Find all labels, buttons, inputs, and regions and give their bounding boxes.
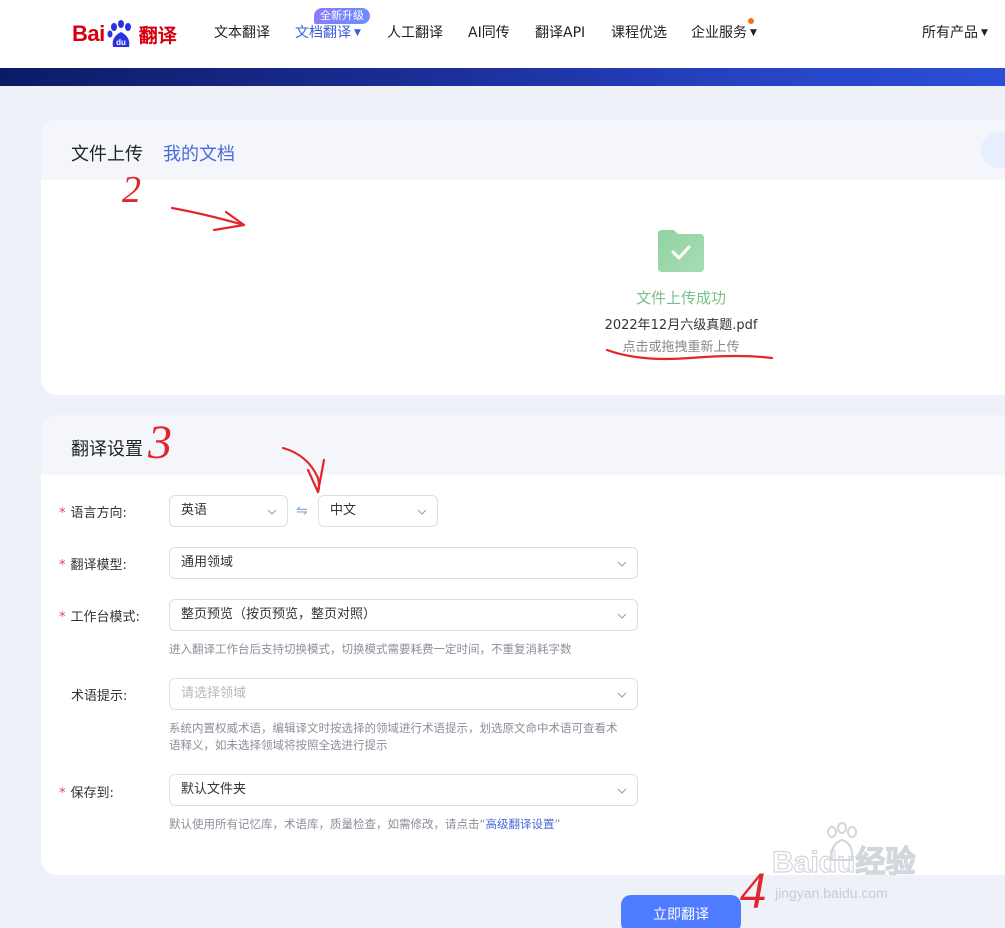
caret-down-icon: ▼ <box>750 28 757 38</box>
required-marker: * <box>59 558 66 573</box>
nav-text-translate[interactable]: 文本翻译 <box>214 22 270 42</box>
nav-doc-translate-label: 文档翻译 <box>295 25 351 41</box>
nav-all-products-label: 所有产品 <box>922 25 978 41</box>
translation-settings-card: 翻译设置 * 语言方向: 英语 ⇋ 中文 * 翻译模型: 通用领域 * 工作台模式: … <box>41 415 1005 875</box>
terminology-domain-select[interactable]: 请选择领域 <box>169 678 638 710</box>
settings-card-header: 翻译设置 <box>41 415 1005 475</box>
nav-human-translate[interactable]: 人工翻译 <box>387 22 443 42</box>
settings-title: 翻译设置 <box>71 439 143 460</box>
watermark-url: jingyan.baidu.com <box>775 885 888 901</box>
required-marker: * <box>59 506 66 521</box>
source-language-value: 英语 <box>181 503 208 518</box>
language-direction-label-text: 语言方向: <box>70 506 127 521</box>
target-language-select[interactable]: 中文 <box>318 495 438 527</box>
nav-enterprise[interactable]: 企业服务 ▼ <box>691 22 757 42</box>
required-marker: * <box>59 786 66 801</box>
chevron-down-icon <box>617 692 627 698</box>
translate-now-button[interactable]: 立即翻译 <box>621 895 741 928</box>
save-hint-text: 默认使用所有记忆库，术语库，质量检查，如需修改，请点击“ <box>169 817 486 831</box>
svg-text:du: du <box>116 38 126 47</box>
workbench-mode-select[interactable]: 整页预览（按页预览，整页对照） <box>169 599 638 631</box>
save-to-label-text: 保存到: <box>70 786 114 801</box>
terminology-hint-line-1: 系统内置权威术语，编辑译文时按选择的领域进行术语提示，划选原文命中术语可查看术 <box>169 721 618 735</box>
terminology-hint: 系统内置权威术语，编辑译文时按选择的领域进行术语提示，划选原文命中术语可查看术 … <box>169 720 649 754</box>
required-marker: * <box>59 610 66 625</box>
save-to-label: * 保存到: <box>59 782 114 801</box>
chevron-down-icon <box>617 788 627 794</box>
upload-card-header: 文件上传 我的文档 <box>41 120 1005 180</box>
target-language-value: 中文 <box>330 503 357 518</box>
terminology-placeholder: 请选择领域 <box>181 686 247 701</box>
terminology-hint-line-2: 语释义，如未选择领域将按照全选进行提示 <box>169 738 388 752</box>
translation-model-value: 通用领域 <box>181 555 234 570</box>
translation-model-label-text: 翻译模型: <box>70 558 127 573</box>
save-folder-select[interactable]: 默认文件夹 <box>169 774 638 806</box>
terminology-label: 术语提示: <box>71 689 128 704</box>
uploaded-file-name: 2022年12月六级真题.pdf <box>604 318 758 333</box>
tab-file-upload[interactable]: 文件上传 <box>71 140 143 168</box>
header-side-button[interactable] <box>981 132 1005 168</box>
translation-model-select[interactable]: 通用领域 <box>169 547 638 579</box>
nav-courses[interactable]: 课程优选 <box>611 22 667 42</box>
chevron-down-icon <box>617 561 627 567</box>
save-folder-value: 默认文件夹 <box>181 782 247 797</box>
save-hint-suffix: ” <box>554 817 561 831</box>
nav-doc-translate[interactable]: 文档翻译 ▼ <box>295 22 361 42</box>
nav-enterprise-label: 企业服务 <box>691 25 747 41</box>
nav-ai-interpret[interactable]: AI同传 <box>468 22 510 42</box>
top-navigation: Bai du 翻译 文本翻译 全新升级 文档翻译 ▼ 人工翻译 AI同传 翻译AP… <box>0 0 1005 68</box>
workbench-mode-label-text: 工作台模式: <box>70 610 140 625</box>
workbench-mode-hint: 进入翻译工作台后支持切换模式，切换模式需要耗费一定时间，不重复消耗字数 <box>169 642 572 656</box>
advanced-settings-link[interactable]: 高级翻译设置 <box>485 817 554 831</box>
header-banner <box>0 68 1005 86</box>
swap-languages-icon[interactable]: ⇋ <box>296 503 308 519</box>
language-direction-label: * 语言方向: <box>59 502 127 521</box>
svg-text:Baidu经验: Baidu经验 <box>772 845 915 879</box>
save-hint: 默认使用所有记忆库，术语库，质量检查，如需修改，请点击“高级翻译设置” <box>169 816 649 833</box>
nav-all-products[interactable]: 所有产品 ▼ <box>922 22 988 42</box>
baidu-translate-logo[interactable]: Bai du 翻译 <box>72 14 177 54</box>
upload-success-title: 文件上传成功 <box>635 289 726 307</box>
tab-my-documents[interactable]: 我的文档 <box>163 140 235 166</box>
notification-dot <box>748 18 754 24</box>
upload-card: 文件上传 我的文档 文件上传成功 2022年12月六级真题.pdf 点击或拖拽重… <box>41 120 1005 395</box>
folder-check-icon <box>658 230 704 272</box>
chevron-down-icon <box>617 613 627 619</box>
caret-down-icon: ▼ <box>354 28 361 38</box>
nav-translate-api[interactable]: 翻译API <box>535 22 585 42</box>
source-language-select[interactable]: 英语 <box>169 495 288 527</box>
chevron-down-icon <box>267 509 277 515</box>
translation-model-label: * 翻译模型: <box>59 554 127 573</box>
paw-logo-icon: du <box>106 19 136 49</box>
logo-bai-text: Bai <box>72 21 105 46</box>
logo-product-text: 翻译 <box>138 24 177 47</box>
workbench-mode-value: 整页预览（按页预览，整页对照） <box>181 607 377 622</box>
reupload-link[interactable]: 点击或拖拽重新上传 <box>581 336 781 355</box>
workbench-mode-label: * 工作台模式: <box>59 606 140 625</box>
caret-down-icon: ▼ <box>981 28 988 38</box>
chevron-down-icon <box>417 509 427 515</box>
